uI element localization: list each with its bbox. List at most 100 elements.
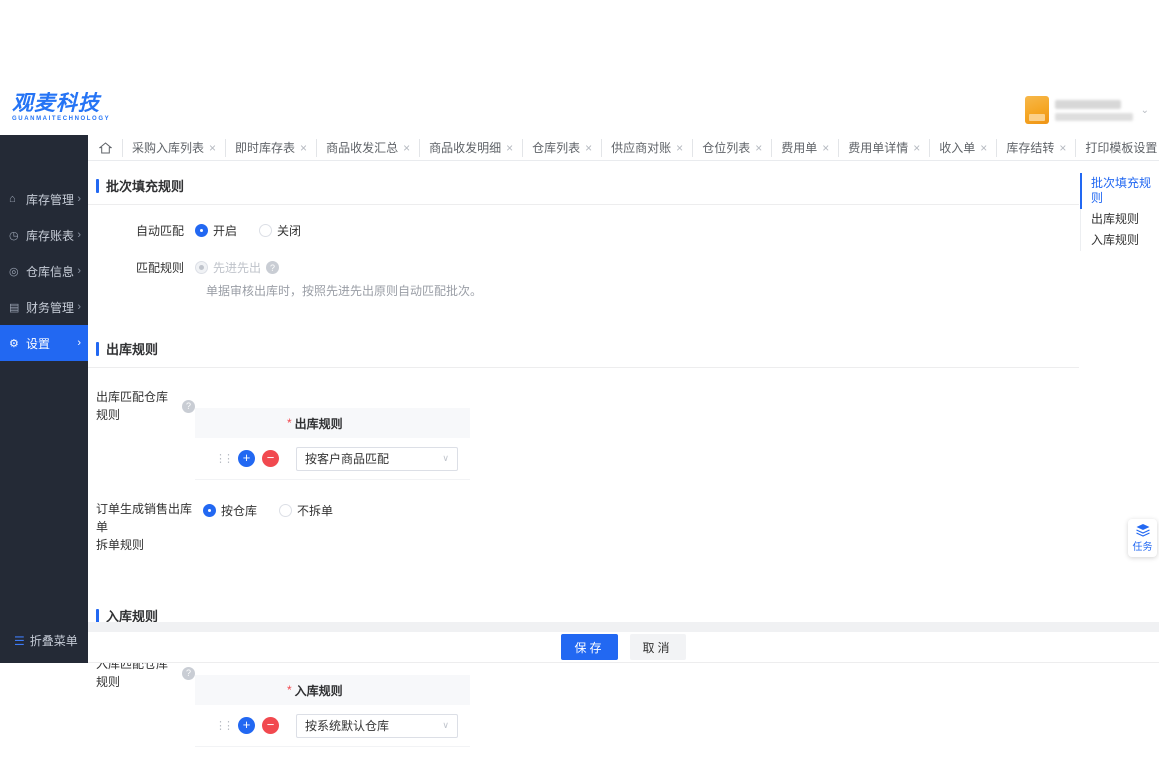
split-order-radio-group: 按仓库 不拆单 (203, 500, 333, 519)
avatar (1024, 96, 1049, 124)
radio-checked-icon[interactable] (195, 224, 208, 237)
drag-handle-icon[interactable]: ⋮⋮ (215, 719, 234, 732)
tab-print-template-settings[interactable]: 打印模板设置× (1075, 138, 1159, 157)
auto-match-label: 自动匹配 (135, 224, 184, 238)
anchor-nav: 批次填充规则 出库规则 入库规则 (1080, 173, 1159, 251)
radio-no-split[interactable]: 不拆单 (279, 502, 333, 519)
sidebar-item-inventory-management[interactable]: ⌂ 库存管理 › (0, 181, 88, 217)
section-title: 出库规则 (106, 342, 159, 357)
footer-action-bar: 保存 取消 (88, 632, 1159, 663)
chevron-right-icon: › (77, 229, 81, 241)
brand-title: 观麦科技 (12, 92, 100, 115)
cancel-button[interactable]: 取消 (629, 634, 686, 660)
tab-bin-list[interactable]: 仓位列表 × (692, 138, 771, 157)
tab-realtime-stock[interactable]: 即时库存表 × (225, 138, 316, 157)
gear-icon: ⚙ (9, 337, 19, 350)
auto-match-radio-group: 开启 关闭 (195, 222, 301, 239)
info-circle-icon: ◎ (9, 265, 19, 278)
close-icon[interactable]: × (1059, 142, 1066, 154)
home-icon (98, 141, 112, 153)
chevron-down-icon: ⌄ (1140, 104, 1149, 116)
outbound-rule-table: * 出库规则 ⋮⋮ + − 按客户商品匹配 ∨ (195, 408, 470, 480)
tab-warehouse-list[interactable]: 仓库列表 × (522, 138, 601, 157)
sidebar-item-inventory-ledger[interactable]: ◷ 库存账表 › (0, 217, 88, 253)
tab-expense-bill-detail[interactable]: 费用单详情 × (838, 138, 929, 157)
task-label: 任务 (1132, 541, 1153, 553)
close-icon[interactable]: × (913, 142, 920, 154)
tab-supplier-reconciliation[interactable]: 供应商对账 × (601, 138, 692, 157)
chevron-right-icon: › (77, 193, 81, 205)
user-menu[interactable]: ⌄ (1024, 96, 1149, 124)
chevron-down-icon: ∨ (442, 720, 449, 730)
radio-split-by-warehouse[interactable]: 按仓库 (203, 502, 257, 519)
add-rule-button[interactable]: + (238, 717, 255, 734)
tab-goods-inout-detail[interactable]: 商品收发明细 × (419, 138, 522, 157)
sidebar-item-warehouse-info[interactable]: ◎ 仓库信息 › (0, 253, 88, 289)
save-button[interactable]: 保存 (561, 634, 618, 660)
match-rule-help-text: 单据审核出库时，按照先进先出原则自动匹配批次。 (206, 284, 483, 298)
radio-unchecked-icon[interactable] (279, 504, 293, 517)
chevron-right-icon: › (77, 265, 81, 277)
tab-income-bill[interactable]: 收入单 × (929, 138, 996, 157)
clock-icon: ◷ (9, 229, 19, 242)
anchor-outbound-rule[interactable]: 出库规则 (1080, 209, 1159, 230)
chevron-right-icon: › (77, 337, 81, 349)
radio-fifo-disabled: 先进先出 ? (195, 259, 280, 276)
section-accent-bar (96, 608, 99, 623)
outbound-table-header: * 出库规则 (195, 408, 470, 438)
brand-logo: 观麦科技 GUANMAITECHNOLOGY (12, 92, 110, 122)
tab-bar: 采购入库列表 × 即时库存表 × 商品收发汇总 × 商品收发明细 × 仓库列表 × 供应商… (88, 135, 1159, 161)
split-order-row: 订单生成销售出库单 拆单规则 按仓库 不拆单 (96, 500, 1159, 554)
warehouse-icon: ⌂ (9, 193, 16, 205)
close-icon[interactable]: × (822, 142, 829, 154)
close-icon[interactable]: × (300, 142, 307, 154)
main-content: 批次填充规则 自动匹配 开启 关闭 匹配规则 先进先出 ? 单据审核出库时，按照… (88, 162, 1159, 747)
outbound-rule-row: ⋮⋮ + − 按客户商品匹配 ∨ (195, 438, 470, 480)
content-footer-divider (88, 622, 1159, 632)
radio-auto-match-off[interactable]: 关闭 (259, 222, 301, 239)
brand-subtitle: GUANMAITECHNOLOGY (12, 116, 111, 122)
anchor-batch-fill-rule[interactable]: 批次填充规则 (1080, 173, 1159, 209)
question-circle-icon[interactable]: ? (182, 399, 195, 413)
close-icon[interactable]: × (585, 142, 592, 154)
sidebar-item-finance-management[interactable]: ▤ 财务管理 › (0, 289, 88, 325)
split-order-label: 订单生成销售出库单 拆单规则 (96, 502, 193, 552)
match-rule-label: 匹配规则 (135, 261, 184, 275)
section-title: 批次填充规则 (106, 179, 185, 194)
question-circle-icon[interactable]: ? (182, 666, 195, 680)
home-tab-button[interactable] (88, 141, 122, 154)
close-icon[interactable]: × (755, 142, 762, 154)
inbound-rule-table: * 入库规则 ⋮⋮ + − 按系统默认仓库 ∨ (195, 675, 470, 747)
anchor-inbound-rule[interactable]: 入库规则 (1080, 230, 1159, 251)
remove-rule-button[interactable]: − (262, 450, 279, 467)
section-header-batch-fill-rule: 批次填充规则 (88, 162, 1079, 205)
drag-handle-icon[interactable]: ⋮⋮ (215, 452, 234, 465)
task-float-button[interactable]: 任务 (1128, 519, 1157, 557)
close-icon[interactable]: × (209, 142, 216, 154)
question-circle-icon[interactable]: ? (266, 261, 280, 274)
match-rule-row: 匹配规则 先进先出 ? (96, 259, 1159, 276)
close-icon[interactable]: × (403, 142, 410, 154)
radio-auto-match-on[interactable]: 开启 (195, 222, 237, 239)
remove-rule-button[interactable]: − (262, 717, 279, 734)
outbound-rule-select[interactable]: 按客户商品匹配 ∨ (296, 446, 458, 471)
inbound-rule-select[interactable]: 按系统默认仓库 ∨ (296, 713, 458, 738)
app-header: 观麦科技 GUANMAITECHNOLOGY ⌄ (0, 85, 1159, 135)
close-icon[interactable]: × (676, 142, 683, 154)
radio-checked-icon[interactable] (203, 504, 216, 517)
tab-inventory-carryover[interactable]: 库存结转 × (996, 138, 1075, 157)
sidebar-item-settings[interactable]: ⚙ 设置 › (0, 325, 88, 361)
tab-expense-bill[interactable]: 费用单 × (771, 138, 838, 157)
close-icon[interactable]: × (980, 142, 987, 154)
inbound-table-header-label: 入库规则 (294, 683, 343, 698)
ledger-icon: ▤ (9, 301, 20, 314)
add-rule-button[interactable]: + (238, 450, 255, 467)
chevron-down-icon: ∨ (442, 453, 449, 463)
radio-unchecked-icon[interactable] (259, 224, 273, 237)
auto-match-row: 自动匹配 开启 关闭 (96, 222, 1159, 239)
close-icon[interactable]: × (506, 142, 513, 154)
tab-goods-inout-summary[interactable]: 商品收发汇总 × (316, 138, 419, 157)
user-info-redacted (1054, 99, 1133, 121)
tab-purchase-inbound-list[interactable]: 采购入库列表 × (122, 138, 225, 157)
collapse-menu-button[interactable]: ☰ 折叠菜单 (0, 632, 88, 649)
